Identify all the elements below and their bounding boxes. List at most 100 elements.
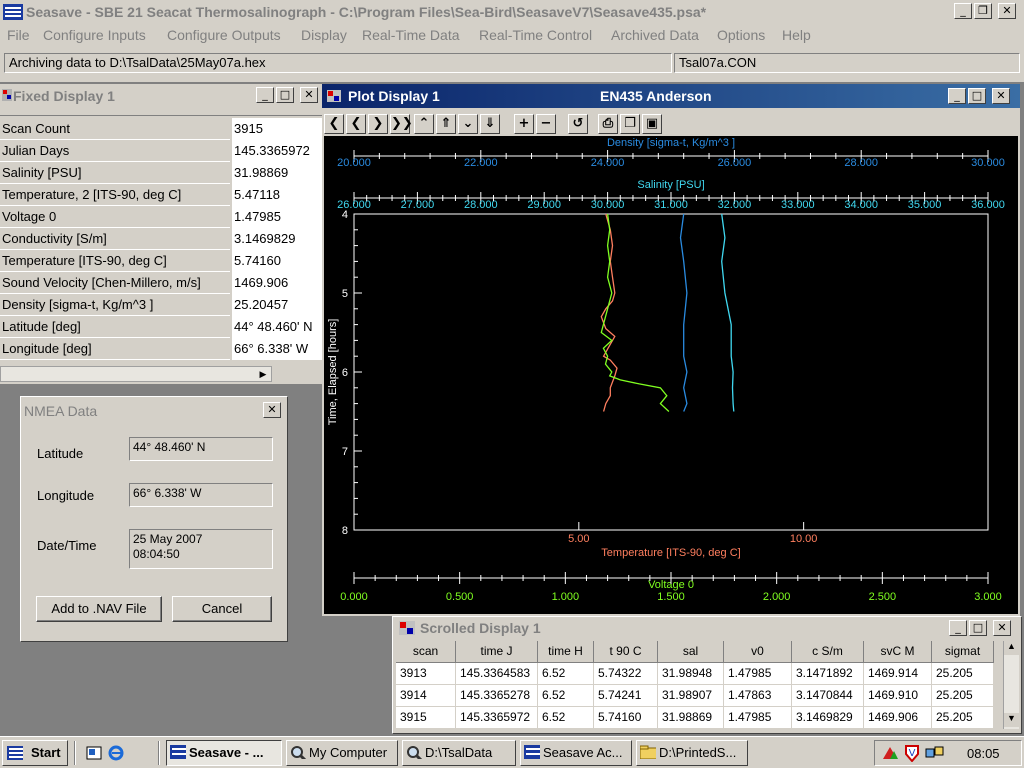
table-cell: 3915 [396, 707, 456, 729]
table-cell: 6.52 [538, 707, 594, 729]
column-header[interactable]: scan [396, 641, 456, 663]
scrolled-vertical-scrollbar[interactable]: ▲ ▼ [1003, 641, 1019, 729]
table-cell: 25.205 [932, 685, 994, 707]
column-header[interactable]: sigmat [932, 641, 994, 663]
menu-display[interactable]: Display [301, 27, 347, 43]
fixed-minimize-button[interactable]: _ [256, 87, 274, 103]
page-up-button[interactable]: ⇑ [436, 114, 456, 134]
show-desktop-icon[interactable] [86, 745, 102, 761]
task-my-computer[interactable]: My Computer [286, 740, 398, 766]
task-seasave-acquire[interactable]: Seasave Ac... [520, 740, 632, 766]
page-down-button[interactable]: ⇓ [480, 114, 500, 134]
fixed-header-strip [0, 108, 322, 116]
nmea-latitude-field: 44° 48.460' N [129, 437, 273, 461]
fixed-row-label: Temperature [ITS-90, deg C] [0, 250, 230, 272]
menu-archived-data[interactable]: Archived Data [611, 27, 699, 43]
menu-help[interactable]: Help [782, 27, 811, 43]
task-printed[interactable]: D:\PrintedS... [636, 740, 748, 766]
plot-display-title: Plot Display 1 [348, 88, 440, 104]
table-cell: 5.74160 [594, 707, 658, 729]
connection-tray-icon[interactable] [925, 745, 945, 761]
up-button[interactable]: ⌃ [414, 114, 434, 134]
minimize-icon: _ [955, 621, 961, 634]
plot-close-button[interactable]: ✕ [992, 88, 1010, 104]
plot-maximize-button[interactable]: □ [968, 88, 986, 104]
fixed-row-label: Salinity [PSU] [0, 162, 230, 184]
table-cell: 31.98869 [658, 707, 724, 729]
plot-canvas: 45678Time, Elapsed [hours]Density [sigma… [324, 136, 1018, 614]
scrolled-close-button[interactable]: ✕ [993, 620, 1011, 636]
minimize-button[interactable]: _ [954, 3, 972, 19]
column-header[interactable]: time H [538, 641, 594, 663]
task-tsaldata[interactable]: D:\TsalData [402, 740, 516, 766]
column-header[interactable]: v0 [724, 641, 792, 663]
fixed-close-button[interactable]: ✕ [300, 87, 318, 103]
menu-real-time-data[interactable]: Real-Time Data [362, 27, 460, 43]
fixed-row-label: Voltage 0 [0, 206, 230, 228]
antivirus-tray-icon[interactable]: V [903, 744, 921, 762]
column-header[interactable]: svC M [864, 641, 932, 663]
print-button[interactable]: ⎙ [598, 114, 618, 134]
plot-display-title-bar: Plot Display 1 EN435 Anderson _ □ ✕ [322, 84, 1020, 108]
axis-tick-label: 2.000 [763, 591, 791, 603]
axis-tick-label: 35.000 [908, 199, 942, 211]
menu-configure-inputs[interactable]: Configure Inputs [43, 27, 146, 43]
axis-tick-label: 2.500 [869, 591, 897, 603]
start-button[interactable]: Start [2, 740, 68, 766]
last-button[interactable]: ❯❯ [390, 114, 413, 134]
prev-button[interactable]: ❮ [346, 114, 366, 134]
nmea-date: 25 May 2007 [133, 532, 203, 546]
axis-tick-label: 36.000 [971, 199, 1005, 211]
column-header[interactable]: time J [456, 641, 538, 663]
menu-configure-outputs[interactable]: Configure Outputs [167, 27, 281, 43]
save-button[interactable]: ▣ [642, 114, 662, 134]
plot-display-window: Plot Display 1 EN435 Anderson _ □ ✕ ❮ ❮ ❯ ❯… [322, 84, 1020, 616]
zoom-in-button[interactable]: + [514, 114, 534, 134]
window-title: Seasave - SBE 21 Seacat Thermosalinograp… [26, 4, 707, 20]
fixed-row-label: Sound Velocity [Chen-Millero, m/s] [0, 272, 230, 294]
table-cell: 31.98907 [658, 685, 724, 707]
fixed-row: Voltage 0 1.47985 [0, 206, 322, 228]
first-button[interactable]: ❮ [324, 114, 344, 134]
close-button[interactable]: ✕ [998, 3, 1016, 19]
plot-display-subtitle: EN435 Anderson [600, 88, 712, 104]
axis-tick-label: 10.00 [790, 533, 818, 545]
down-button[interactable]: ⌄ [458, 114, 478, 134]
menu-options[interactable]: Options [717, 27, 765, 43]
svg-text:V: V [909, 748, 916, 759]
fixed-row: Julian Days 145.3365972 [0, 140, 322, 162]
copy-button[interactable]: ❐ [620, 114, 640, 134]
internet-explorer-icon[interactable] [108, 745, 124, 761]
fixed-row: Density [sigma-t, Kg/m^3 ] 25.20457 [0, 294, 322, 316]
task-seasave[interactable]: Seasave - ... [166, 740, 282, 766]
scrolled-minimize-button[interactable]: _ [949, 620, 967, 636]
plot-minimize-button[interactable]: _ [948, 88, 966, 104]
column-header[interactable]: c S/m [792, 641, 864, 663]
fixed-horizontal-scrollbar[interactable]: ▶ [0, 366, 272, 382]
close-icon: ✕ [267, 403, 277, 416]
menu-file[interactable]: File [7, 27, 30, 43]
seasave-task-icon [524, 745, 540, 759]
scrolled-maximize-button[interactable]: □ [969, 620, 987, 636]
scrolled-display-window: Scrolled Display 1 _ □ ✕ scan time Jtime … [392, 616, 1022, 734]
table-cell: 3.1469829 [792, 707, 864, 729]
scroll-down-icon: ▼ [1004, 713, 1019, 727]
fixed-row: Scan Count 3915 [0, 118, 322, 140]
column-header[interactable]: t 90 C [594, 641, 658, 663]
nmea-close-button[interactable]: ✕ [263, 402, 281, 418]
axis-tick-label: 1.500 [657, 591, 685, 603]
next-button[interactable]: ❯ [368, 114, 388, 134]
menu-real-time-control[interactable]: Real-Time Control [479, 27, 592, 43]
axis-tick-label: 5.00 [568, 533, 589, 545]
menu-bar: File Configure Inputs Configure Outputs … [0, 24, 1024, 46]
cancel-button[interactable]: Cancel [172, 596, 272, 622]
add-to-nav-button[interactable]: Add to .NAV File [36, 596, 162, 622]
axis-tick-label: 1.000 [552, 591, 580, 603]
network-tray-icon[interactable] [881, 745, 899, 761]
column-header[interactable]: sal [658, 641, 724, 663]
restore-button[interactable]: ❐ [974, 3, 992, 19]
fixed-maximize-button[interactable]: □ [276, 87, 294, 103]
zoom-out-button[interactable]: − [536, 114, 556, 134]
fixed-row: Sound Velocity [Chen-Millero, m/s] 1469.9… [0, 272, 322, 294]
undo-button[interactable]: ↺ [568, 114, 588, 134]
